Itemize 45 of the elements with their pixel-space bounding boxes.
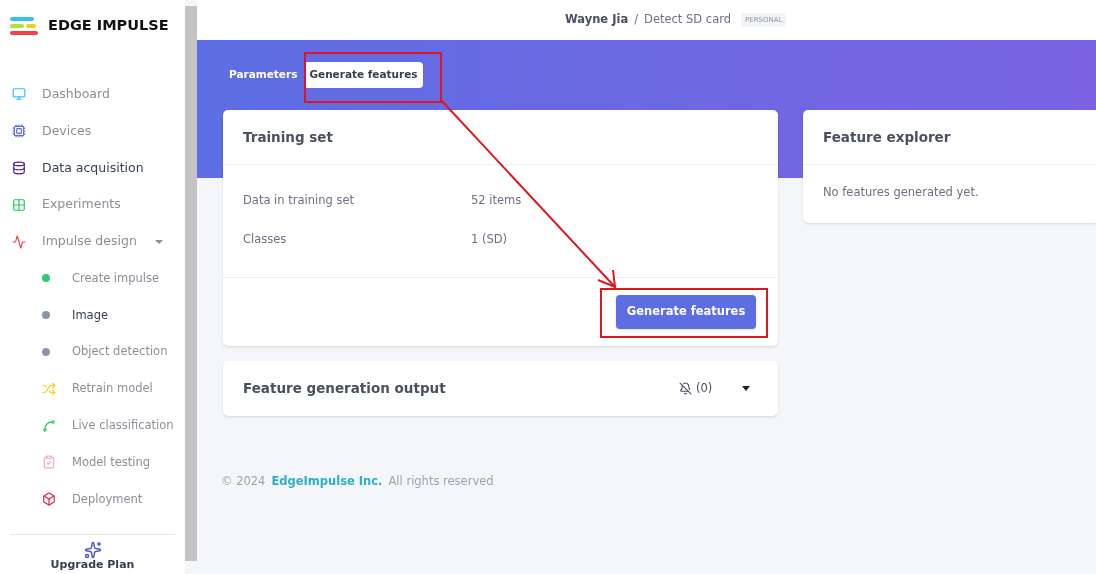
sidebar-item[interactable]: Retrain model bbox=[0, 370, 185, 408]
sparkle-star-icon bbox=[83, 540, 102, 559]
sidebar-item[interactable]: Live classification bbox=[0, 407, 185, 444]
monitor-icon bbox=[12, 87, 26, 102]
sidebar-item[interactable]: Object detection bbox=[0, 333, 185, 371]
sidebar-item[interactable]: Model testing bbox=[0, 443, 185, 481]
breadcrumb-separator: / bbox=[634, 11, 639, 29]
sidebar-item[interactable]: Image bbox=[0, 296, 185, 334]
grid-icon bbox=[12, 197, 26, 212]
user-name[interactable]: Wayne Jia bbox=[565, 11, 629, 29]
row-value: 1 (SD) bbox=[471, 230, 508, 248]
card-title: Training set bbox=[243, 127, 333, 147]
upgrade-link[interactable]: Upgrade Plan bbox=[50, 558, 135, 571]
curve-icon bbox=[42, 418, 56, 433]
tab[interactable]: Parameters bbox=[224, 62, 303, 88]
row-label: Data in training set bbox=[243, 191, 356, 209]
notification-count: (0) bbox=[696, 379, 714, 397]
logo-icon bbox=[10, 16, 38, 36]
shuffle-icon bbox=[42, 381, 56, 396]
row-label: Classes bbox=[243, 230, 288, 248]
sidebar-item[interactable]: Data acquisition bbox=[0, 149, 185, 187]
project-name[interactable]: Detect SD card bbox=[644, 11, 732, 29]
sidebar-item[interactable]: Create impulse bbox=[0, 260, 185, 297]
sidebar-item[interactable]: Experiments bbox=[0, 186, 185, 224]
rights-text: All rights reserved bbox=[388, 473, 494, 490]
database-icon bbox=[12, 161, 26, 175]
chip-icon bbox=[12, 124, 26, 139]
row-value: 52 items bbox=[471, 191, 522, 209]
empty-message: No features generated yet. bbox=[823, 185, 979, 199]
sidebar-item[interactable]: Dashboard bbox=[0, 76, 185, 113]
brand-name: EDGE IMPULSE bbox=[48, 16, 169, 36]
company-link[interactable]: EdgeImpulse Inc. bbox=[271, 473, 383, 491]
card-title: Feature generation output bbox=[243, 379, 447, 399]
pulse-icon bbox=[12, 234, 26, 249]
clipboard-icon bbox=[42, 455, 56, 470]
sidebar-item[interactable]: Impulse design bbox=[0, 223, 185, 260]
tab[interactable]: Generate features bbox=[304, 62, 423, 88]
card-title: Feature explorer bbox=[823, 127, 951, 147]
generate-features-button[interactable]: Generate features bbox=[616, 295, 756, 329]
sidebar-item[interactable]: Deployment bbox=[0, 480, 185, 518]
bell-off-icon bbox=[679, 382, 692, 395]
cube-icon bbox=[42, 492, 56, 507]
caret-icon[interactable] bbox=[742, 386, 750, 391]
copyright-text: © 2024 bbox=[221, 473, 266, 490]
sidebar-item[interactable]: Devices bbox=[0, 112, 185, 150]
